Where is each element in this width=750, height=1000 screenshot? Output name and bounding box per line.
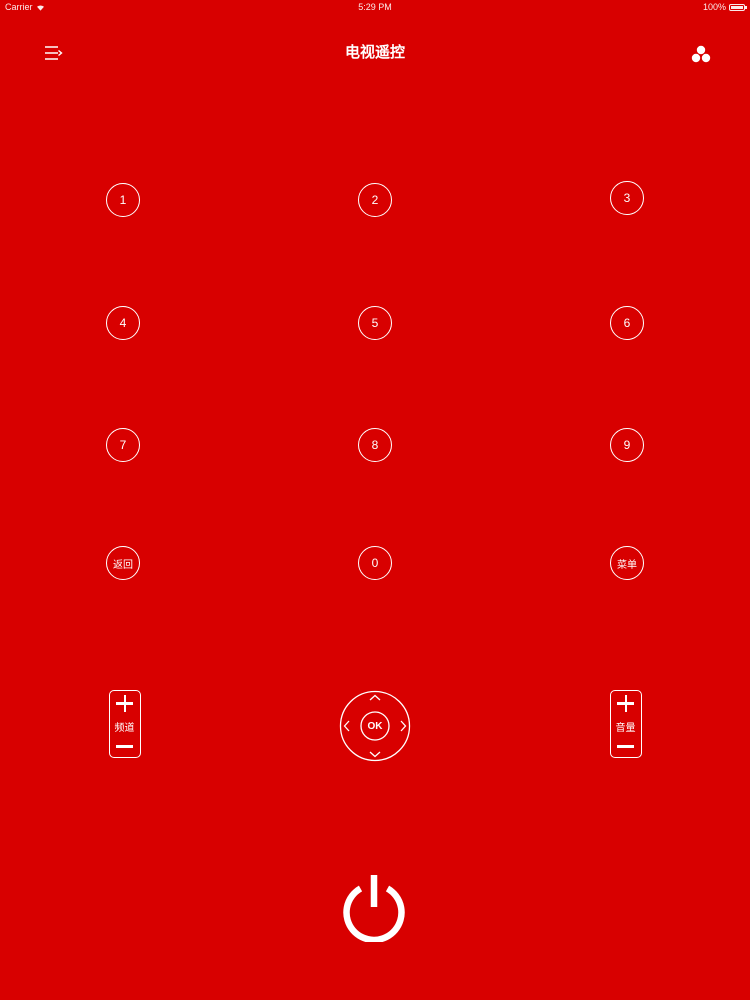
dpad-right-button[interactable]: [389, 715, 411, 737]
status-time: 5:29 PM: [358, 2, 392, 12]
channel-down-button[interactable]: [110, 734, 139, 756]
key-9-button[interactable]: 9: [610, 428, 644, 462]
battery-icon: [729, 3, 747, 11]
battery-percent: 100%: [702, 2, 726, 12]
dpad-left-button[interactable]: [339, 715, 361, 737]
key-0-button[interactable]: 0: [358, 546, 392, 580]
key-6-button[interactable]: 6: [610, 306, 644, 340]
key-8-button[interactable]: 8: [358, 428, 392, 462]
volume-down-button[interactable]: [611, 734, 640, 756]
key-4-button[interactable]: 4: [106, 306, 140, 340]
key-1-button[interactable]: 1: [106, 183, 140, 217]
cluster-icon[interactable]: [690, 44, 712, 64]
back-button[interactable]: 返回: [106, 546, 140, 580]
ok-button[interactable]: OK: [360, 711, 390, 741]
power-icon: [343, 875, 405, 944]
key-2-button[interactable]: 2: [358, 183, 392, 217]
volume-rocker: 音量: [610, 690, 642, 758]
channel-rocker: 频道: [109, 690, 141, 758]
channel-label: 频道: [114, 723, 135, 734]
dpad-down-button[interactable]: [364, 740, 386, 762]
status-bar: Carrier 5:29 PM 100%: [0, 0, 750, 14]
channel-up-button[interactable]: [110, 692, 139, 714]
nav-bar: 电视遥控: [0, 30, 750, 74]
key-3-button[interactable]: 3: [610, 181, 644, 215]
key-7-button[interactable]: 7: [106, 428, 140, 462]
volume-up-button[interactable]: [611, 692, 640, 714]
page-title: 电视遥控: [344, 44, 405, 61]
power-button[interactable]: [340, 872, 408, 944]
dpad: OK: [339, 690, 411, 762]
volume-label: 音量: [615, 723, 636, 734]
battery-group: 100%: [702, 2, 747, 12]
dpad-up-button[interactable]: [364, 690, 386, 712]
menu-button[interactable]: 菜单: [610, 546, 644, 580]
key-5-button[interactable]: 5: [358, 306, 392, 340]
